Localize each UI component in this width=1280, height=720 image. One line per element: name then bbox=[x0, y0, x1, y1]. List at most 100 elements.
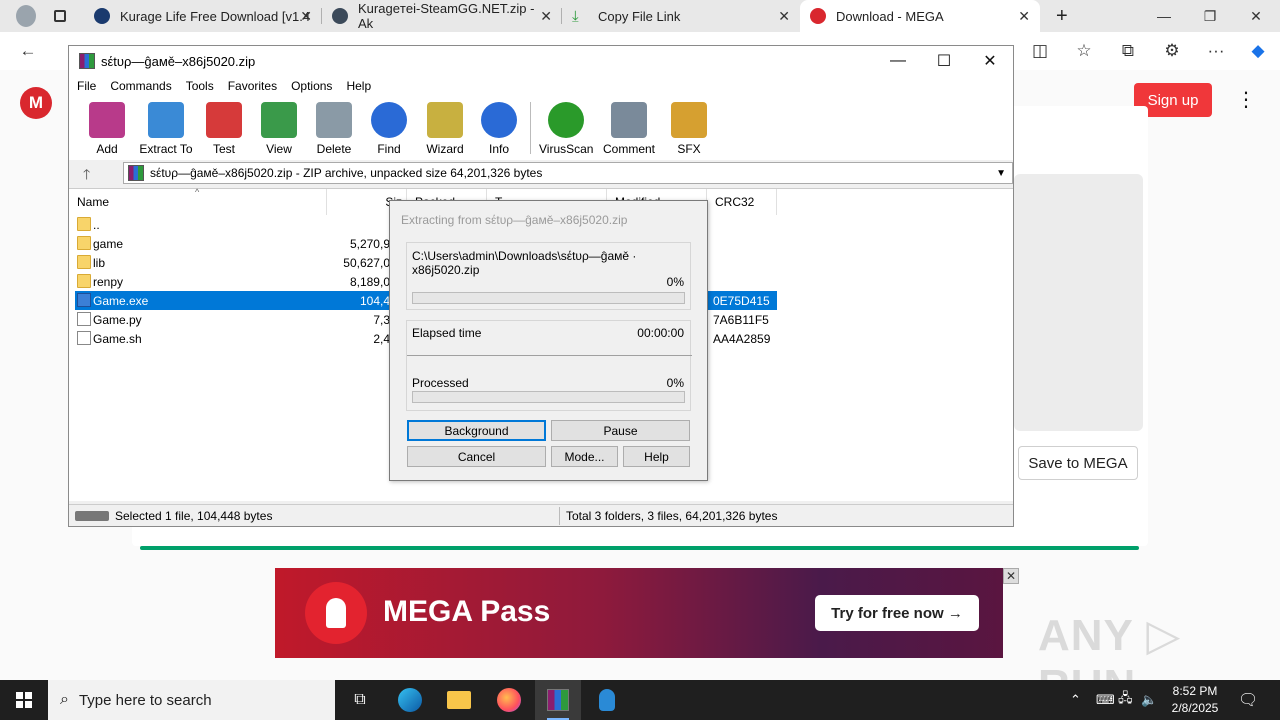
close-icon[interactable]: ✕ bbox=[1233, 0, 1279, 32]
maximize-icon[interactable]: ☐ bbox=[921, 46, 967, 76]
back-button[interactable]: ← bbox=[13, 36, 43, 66]
close-tab-icon[interactable]: ✕ bbox=[1018, 8, 1030, 25]
device-icon[interactable]: ⌨ bbox=[1096, 680, 1115, 720]
menu-commands[interactable]: Commands bbox=[110, 79, 171, 93]
up-folder-icon[interactable]: 🡑 bbox=[83, 164, 90, 188]
add-button[interactable]: Add bbox=[89, 102, 125, 156]
close-icon[interactable]: ✕ bbox=[967, 46, 1013, 76]
extensions-icon[interactable]: ⚙ bbox=[1157, 36, 1187, 66]
menu-icon[interactable]: ⋮ bbox=[1236, 90, 1256, 110]
try-for-free-button[interactable]: Try for free now → bbox=[815, 595, 979, 631]
tab-steamgg[interactable]: Kurageтei-SteamGG.NET.zip - Ak ✕ bbox=[322, 0, 562, 32]
close-tab-icon[interactable]: ✕ bbox=[300, 8, 312, 25]
menu-favorites[interactable]: Favorites bbox=[228, 79, 277, 93]
test-button[interactable]: Test bbox=[206, 102, 242, 156]
tab-title: Kurage Life Free Download [v1.4 bbox=[120, 8, 311, 24]
menu-tools[interactable]: Tools bbox=[186, 79, 214, 93]
extract-to-button[interactable]: Extract To bbox=[137, 102, 195, 156]
tray-chevron-icon[interactable]: ⌃ bbox=[1070, 680, 1081, 720]
tab-favicon-icon bbox=[94, 8, 110, 24]
wizard-button[interactable]: Wizard bbox=[424, 102, 466, 156]
favorites-icon[interactable]: ☆ bbox=[1069, 36, 1099, 66]
new-tab-button[interactable]: + bbox=[1046, 0, 1072, 32]
info-icon bbox=[481, 102, 517, 138]
profile-avatar[interactable] bbox=[6, 0, 46, 32]
tool-label: View bbox=[266, 142, 292, 156]
notifications-icon[interactable]: 🗨 bbox=[1238, 680, 1258, 720]
pause-button[interactable]: Pause bbox=[551, 420, 690, 441]
taskbar-search[interactable]: ⌕ Type here to search bbox=[48, 680, 335, 720]
tab-download-mega[interactable]: Download - MEGA ✕ bbox=[800, 0, 1040, 32]
file-name: Game.exe bbox=[93, 294, 149, 308]
wizard-wand-icon bbox=[427, 102, 463, 138]
column-name[interactable]: Name ^ bbox=[69, 187, 327, 215]
close-tab-icon[interactable]: ✕ bbox=[778, 8, 790, 25]
comment-icon bbox=[611, 102, 647, 138]
comment-button[interactable]: Comment bbox=[602, 102, 656, 156]
delete-button[interactable]: Delete bbox=[315, 102, 353, 156]
winrar-title-bar[interactable]: sέtυρ—ĝaмě–x86j5020.zip — ☐ ✕ bbox=[69, 46, 1013, 76]
firefox-icon[interactable] bbox=[486, 680, 532, 720]
minimize-icon[interactable]: — bbox=[875, 46, 921, 76]
tool-label: Extract To bbox=[139, 142, 193, 156]
app-taskbar-icon[interactable] bbox=[584, 680, 630, 720]
mega-pass-ad[interactable]: MEGA Pass Try for free now → bbox=[275, 568, 1003, 658]
mega-logo[interactable]: M bbox=[20, 87, 52, 119]
tool-label: Comment bbox=[602, 142, 655, 156]
copilot-icon[interactable]: ◆ bbox=[1243, 36, 1273, 66]
volume-icon[interactable]: 🔈 bbox=[1141, 680, 1157, 720]
column-header: CRC32 bbox=[715, 195, 755, 209]
find-button[interactable]: Find bbox=[371, 102, 407, 156]
more-options-icon[interactable]: ··· bbox=[1201, 36, 1231, 66]
cancel-button[interactable]: Cancel bbox=[407, 446, 546, 467]
close-tab-icon[interactable]: ✕ bbox=[540, 8, 552, 25]
virusscan-button[interactable]: VirusScan bbox=[539, 102, 593, 156]
file-name: Game.sh bbox=[93, 332, 142, 346]
split-screen-icon[interactable]: ◫ bbox=[1025, 36, 1055, 66]
file-crc: AA4A2859 bbox=[713, 332, 771, 346]
tab-title: Kurageтei-SteamGG.NET.zip - Ak bbox=[358, 1, 535, 31]
menu-file[interactable]: File bbox=[77, 79, 96, 93]
tool-label: Find bbox=[377, 142, 401, 156]
help-button[interactable]: Help bbox=[623, 446, 690, 467]
add-icon bbox=[89, 102, 125, 138]
file-size: 50,627,0 bbox=[343, 256, 390, 270]
menu-options[interactable]: Options bbox=[291, 79, 332, 93]
file-name: .. bbox=[93, 218, 100, 232]
ad-close-button[interactable]: ✕ bbox=[1003, 568, 1019, 584]
collections-icon[interactable]: ⧉ bbox=[1113, 36, 1143, 66]
search-icon bbox=[371, 102, 407, 138]
background-button[interactable]: Background bbox=[407, 420, 546, 441]
edge-taskbar-icon[interactable] bbox=[387, 680, 433, 720]
drive-icon[interactable] bbox=[75, 511, 109, 521]
info-button[interactable]: Info bbox=[481, 102, 517, 156]
clock[interactable]: 8:52 PM 2/8/2025 bbox=[1162, 683, 1228, 717]
sort-caret-icon: ^ bbox=[195, 187, 200, 197]
chevron-down-icon[interactable]: ▼ bbox=[996, 168, 1006, 179]
extracting-dialog: Extracting from sέtυρ—ĝaмě–x86j5020.zip … bbox=[389, 200, 708, 481]
column-crc32[interactable]: CRC32 bbox=[707, 189, 777, 215]
start-button[interactable] bbox=[0, 680, 48, 720]
task-view-icon[interactable]: ⧉ bbox=[337, 680, 383, 720]
winrar-taskbar-icon[interactable] bbox=[535, 680, 581, 720]
file-name: renpy bbox=[93, 275, 124, 289]
address-bar: 🡑 sέtυρ—ĝaмě–x86j5020.zip - ZIP archive,… bbox=[69, 160, 1013, 186]
tool-label: Delete bbox=[316, 142, 352, 156]
minimize-icon[interactable]: — bbox=[1141, 0, 1187, 32]
menu-help[interactable]: Help bbox=[346, 79, 371, 93]
save-to-mega-button[interactable]: Save to MEGA bbox=[1018, 446, 1138, 480]
file-explorer-icon[interactable] bbox=[436, 680, 482, 720]
archive-path-field[interactable]: sέtυρ—ĝaмě–x86j5020.zip - ZIP archive, u… bbox=[123, 162, 1013, 184]
winrar-toolbar: Add Extract To Test View Delete Find Wiz… bbox=[69, 96, 1013, 160]
winrar-status-bar: Selected 1 file, 104,448 bytes Total 3 f… bbox=[69, 504, 1013, 526]
network-icon[interactable]: 🖧 bbox=[1118, 680, 1133, 720]
restore-icon[interactable]: ❐ bbox=[1187, 0, 1233, 32]
file-size: 2,4 bbox=[373, 332, 390, 346]
sfx-button[interactable]: SFX bbox=[669, 102, 709, 156]
mode-button[interactable]: Mode... bbox=[551, 446, 618, 467]
tab-kurage-life[interactable]: Kurage Life Free Download [v1.4 ✕ bbox=[84, 0, 322, 32]
clock-date: 2/8/2025 bbox=[1171, 701, 1219, 715]
tab-actions-button[interactable] bbox=[44, 0, 76, 32]
view-button[interactable]: View bbox=[259, 102, 299, 156]
tab-copy-file-link[interactable]: ⤓ Copy File Link ✕ bbox=[562, 0, 800, 32]
